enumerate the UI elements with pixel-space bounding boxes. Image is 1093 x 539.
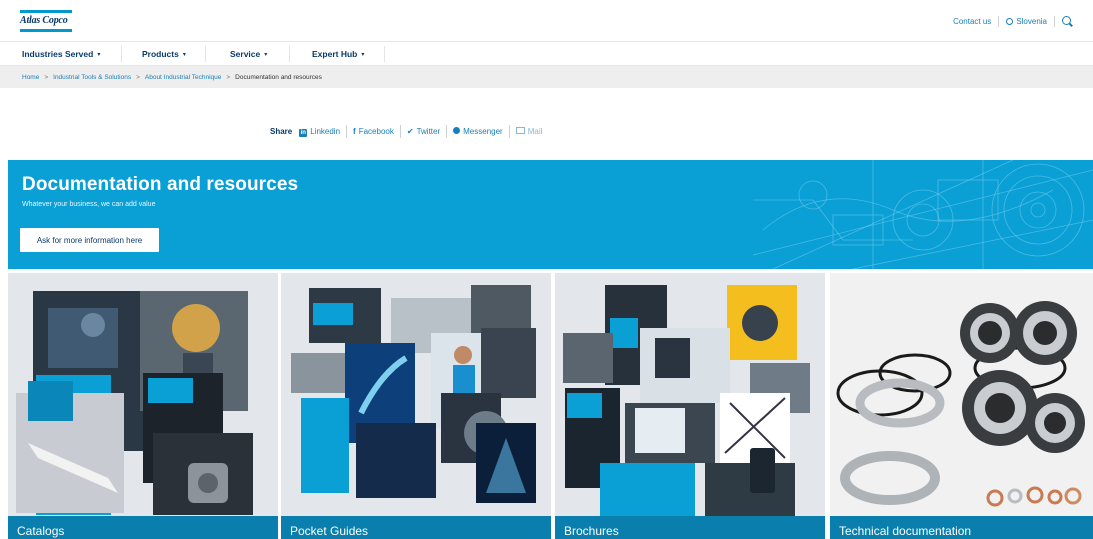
messenger-icon	[453, 127, 461, 134]
tile-catalogs[interactable]: Catalogs	[8, 273, 278, 539]
divider	[346, 125, 348, 138]
region-selector[interactable]: Slovenia	[1006, 17, 1047, 26]
nav-item-label: Expert Hub	[312, 49, 358, 59]
ask-for-info-button[interactable]: Ask for more information here	[20, 228, 159, 252]
share-twitter-label: Twitter	[416, 127, 441, 136]
divider	[399, 125, 401, 138]
breadcrumb-separator: >	[44, 73, 49, 81]
breadcrumb-separator: >	[226, 73, 231, 81]
tile-brochures[interactable]: Brochures	[555, 273, 825, 539]
divider	[446, 125, 448, 138]
breadcrumb-current: Documentation and resources	[235, 73, 322, 81]
nav-item-label: Industries Served	[22, 49, 94, 59]
share-mail-label: Mail	[527, 127, 543, 136]
share-twitter[interactable]: ✔ Twitter	[407, 127, 440, 136]
tile-caption: Technical documentation	[830, 516, 1093, 539]
blueprint-background-image	[753, 160, 1093, 269]
tile-caption: Brochures	[555, 516, 825, 539]
share-facebook-label: Facebook	[358, 127, 394, 136]
utility-links: Contact us Slovenia	[953, 16, 1073, 27]
catalogs-image	[8, 273, 278, 539]
tile-technical-documentation[interactable]: Technical documentation	[830, 273, 1093, 539]
divider	[1054, 16, 1055, 27]
region-label: Slovenia	[1016, 17, 1047, 26]
breadcrumb: Home > Industrial Tools & Solutions > Ab…	[0, 66, 1093, 88]
divider	[998, 16, 1000, 27]
main-nav: Industries Served ▾ Products ▾ Service ▾…	[0, 42, 1093, 66]
nav-item-label: Service	[230, 49, 261, 59]
breadcrumb-about[interactable]: About Industrial Technique	[145, 74, 222, 81]
share-messenger[interactable]: Messenger	[453, 127, 503, 136]
share-linkedin-label: Linkedin	[310, 126, 341, 136]
hero-banner: Documentation and resources Whatever you…	[8, 160, 1093, 269]
contact-us-link[interactable]: Contact us	[953, 17, 991, 26]
share-facebook[interactable]: f Facebook	[353, 127, 394, 136]
technical-documentation-image	[830, 273, 1093, 539]
atlas-copco-logo[interactable]: Atlas Copco	[20, 10, 72, 34]
logo-bar-bottom	[20, 29, 72, 32]
logo-bar-top	[20, 10, 72, 13]
share-label: Share	[270, 127, 293, 136]
nav-item-expert-hub[interactable]: Expert Hub ▾	[290, 42, 364, 66]
linkedin-icon: in	[299, 128, 308, 137]
nav-item-label: Products	[142, 49, 179, 59]
breadcrumb-industrial-tools[interactable]: Industrial Tools & Solutions	[53, 74, 131, 81]
divider	[508, 125, 510, 138]
site-header: Atlas Copco Contact us Slovenia	[0, 0, 1093, 42]
breadcrumb-separator: >	[136, 73, 140, 81]
share-mail[interactable]: Mail	[515, 127, 543, 136]
nav-divider	[205, 46, 206, 62]
chevron-down-icon: ▾	[264, 51, 268, 58]
brochures-image	[555, 273, 825, 539]
chevron-down-icon: ▾	[97, 51, 101, 58]
twitter-icon: ✔	[406, 127, 414, 136]
search-icon[interactable]	[1062, 16, 1073, 27]
share-messenger-label: Messenger	[463, 127, 503, 136]
nav-divider	[384, 46, 385, 62]
facebook-icon: f	[353, 127, 356, 136]
tile-caption: Catalogs	[8, 516, 278, 539]
mail-icon	[515, 127, 525, 134]
nav-item-industries-served[interactable]: Industries Served ▾	[0, 42, 100, 66]
tile-caption: Pocket Guides	[281, 516, 551, 539]
chevron-down-icon: ▾	[361, 51, 365, 58]
share-linkedin[interactable]: in Linkedin	[299, 127, 340, 137]
logo-text: Atlas Copco	[20, 15, 68, 26]
share-bar: Share in Linkedin f Facebook ✔ Twitter Mess…	[270, 125, 542, 138]
breadcrumb-home[interactable]: Home	[22, 74, 39, 81]
page-title: Documentation and resources	[22, 174, 299, 195]
nav-item-products[interactable]: Products ▾	[120, 42, 186, 66]
nav-item-service[interactable]: Service ▾	[208, 42, 267, 66]
globe-icon	[1006, 18, 1014, 25]
tile-pocket-guides[interactable]: Pocket Guides	[281, 273, 551, 539]
hero-subtitle: Whatever your business, we can add value	[22, 201, 156, 208]
pocket-guides-image	[281, 273, 551, 539]
chevron-down-icon: ▾	[182, 51, 186, 58]
